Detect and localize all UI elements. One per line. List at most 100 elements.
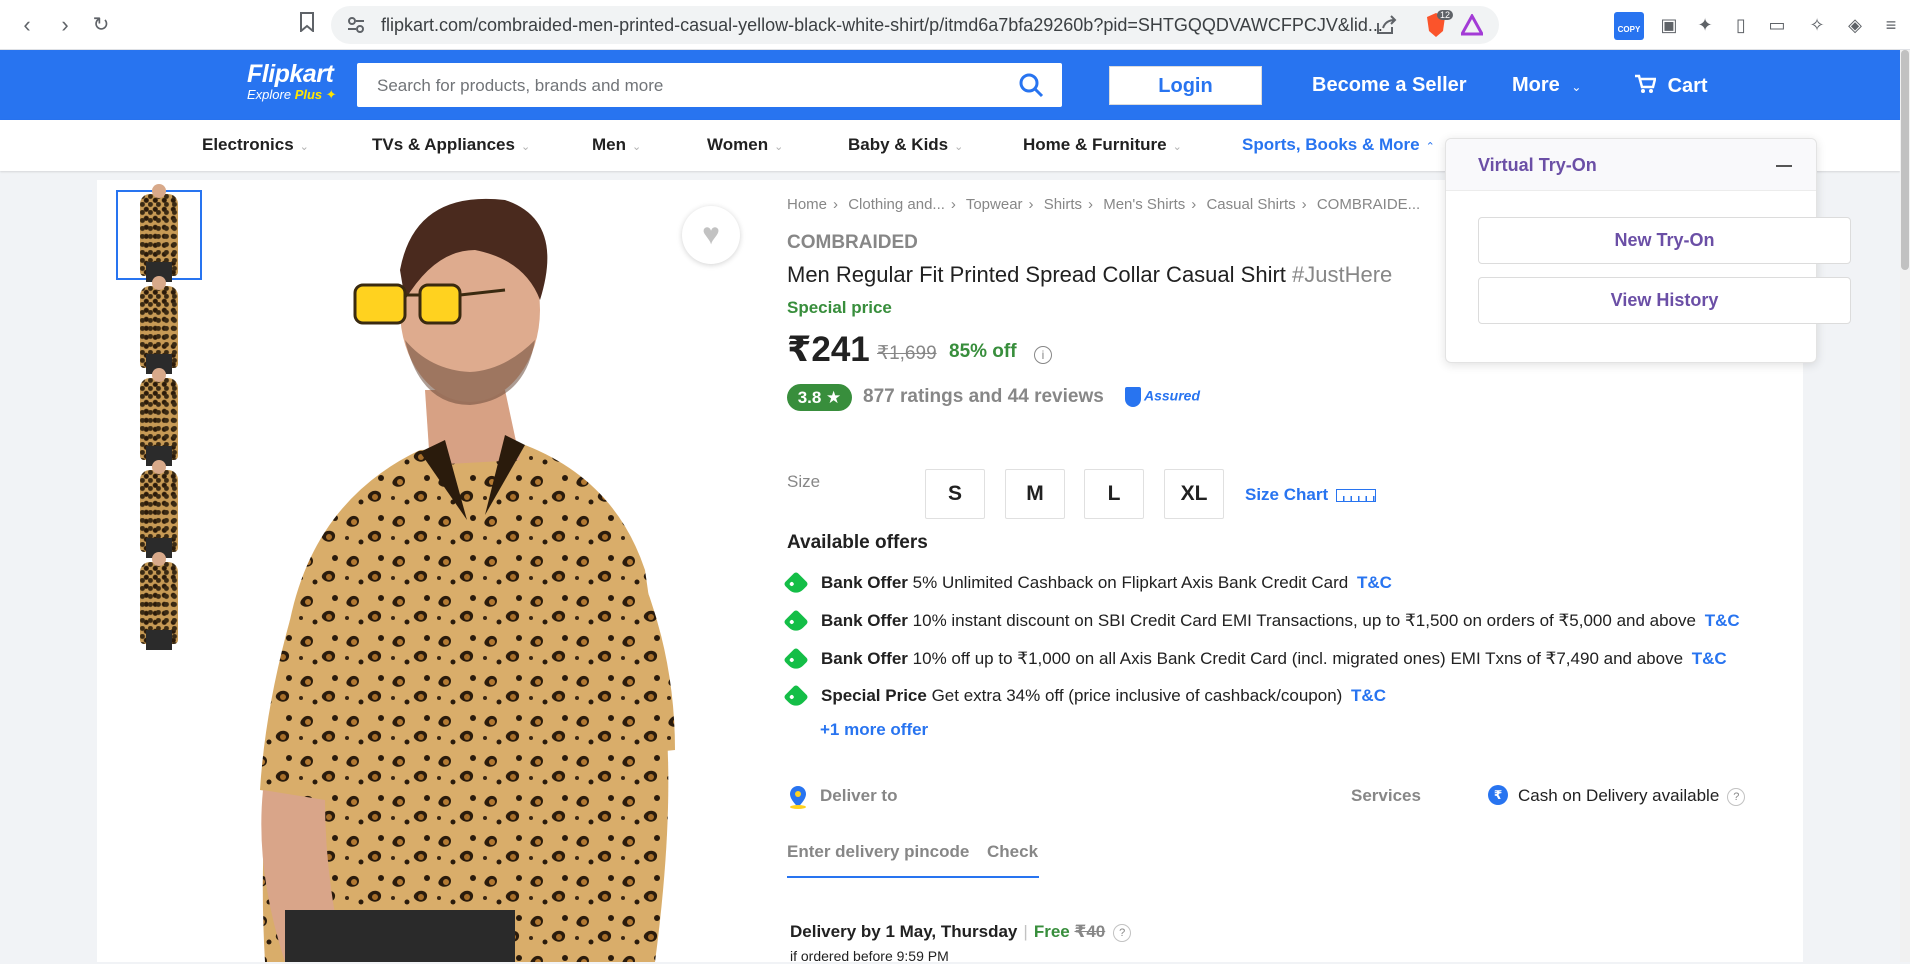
size-chart-link[interactable]: Size Chart [1245, 485, 1377, 505]
search-icon[interactable] [1018, 72, 1044, 98]
tryon-title: Virtual Try-On [1478, 155, 1597, 175]
breadcrumb-clothing[interactable]: Clothing and... [848, 196, 945, 213]
tc-link[interactable]: T&C [1351, 686, 1386, 705]
more-menu[interactable]: More ⌄ [1512, 74, 1581, 97]
site-info-icon[interactable] [347, 16, 365, 39]
new-tryon-button[interactable]: New Try-On [1478, 217, 1851, 264]
view-history-button[interactable]: View History [1478, 277, 1851, 324]
ruler-icon [1336, 489, 1377, 503]
copy-extension-icon[interactable]: COPY [1614, 12, 1648, 40]
thumbnail-4[interactable] [116, 460, 202, 558]
cart-link[interactable]: Cart [1634, 74, 1708, 98]
assured-badge: Assured [1125, 387, 1200, 407]
thumbnail-image [140, 460, 178, 558]
rupee-icon: ₹ [1488, 785, 1508, 805]
address-bar[interactable]: flipkart.com/combraided-men-printed-casu… [331, 6, 1499, 44]
tc-link[interactable]: T&C [1705, 611, 1740, 630]
breadcrumb-casual-shirts[interactable]: Casual Shirts [1206, 196, 1295, 213]
wishlist-heart-icon[interactable]: ♥ [682, 206, 740, 264]
offer-tag-icon [783, 608, 809, 635]
search-bar[interactable]: Search for products, brands and more [357, 63, 1062, 107]
size-option-m[interactable]: M [1005, 469, 1065, 519]
scrollbar-thumb[interactable] [1901, 50, 1909, 270]
delivery-estimate: Delivery by 1 May, Thursday | Free ₹40? [790, 922, 1132, 942]
back-icon[interactable]: ‹ [14, 12, 40, 38]
forward-icon[interactable]: › [52, 12, 78, 38]
services-label: Services [1351, 786, 1421, 805]
become-seller-link[interactable]: Become a Seller [1312, 74, 1467, 97]
offer-item: Special Price Get extra 34% off (price i… [783, 683, 1386, 710]
breadcrumb-mens-shirts[interactable]: Men's Shirts [1103, 196, 1185, 213]
shield-count-badge: 12 [1437, 10, 1454, 20]
chevron-down-icon: ⌄ [520, 141, 531, 153]
menu-icon[interactable]: ≡ [1878, 12, 1904, 38]
minimize-icon[interactable] [1776, 165, 1792, 167]
category-men[interactable]: Men ⌄ [592, 135, 641, 155]
flipkart-logo[interactable]: Flipkart Explore Plus ✦ [247, 60, 337, 103]
extensions-icon[interactable]: ✦ [1692, 12, 1718, 38]
category-baby-kids[interactable]: Baby & Kids ⌄ [848, 135, 963, 155]
cod-availability: Cash on Delivery available? [1518, 786, 1746, 806]
chevron-down-icon: ⌄ [299, 141, 309, 153]
help-icon[interactable]: ? [1113, 923, 1132, 942]
category-tvs-appliances[interactable]: TVs & Appliances ⌄ [372, 135, 530, 155]
thumbnail-image [140, 184, 178, 282]
chevron-down-icon: ⌄ [1172, 141, 1182, 153]
product-price: ₹241 [787, 330, 870, 369]
product-title: Men Regular Fit Printed Spread Collar Ca… [787, 262, 1393, 287]
size-option-s[interactable]: S [925, 469, 985, 519]
bookmark-icon[interactable] [294, 12, 320, 38]
thumbnail-3[interactable] [116, 368, 202, 466]
share-icon[interactable] [1375, 15, 1397, 40]
offer-tag-icon [783, 683, 809, 710]
assured-shield-icon [1125, 387, 1141, 407]
breadcrumb-shirts[interactable]: Shirts [1044, 196, 1082, 213]
wallet-icon[interactable]: ▭ [1764, 12, 1790, 38]
deliver-to-label: Deliver to [820, 786, 898, 805]
info-icon[interactable]: i [1034, 346, 1052, 364]
offer-tag-icon [783, 570, 809, 597]
discount-percent: 85% off [949, 341, 1017, 362]
virtual-tryon-panel: Virtual Try-On New Try-On View History [1445, 138, 1851, 363]
thumbnail-5[interactable] [116, 552, 202, 650]
thumbnail-image [140, 368, 178, 466]
thumbnail-image [140, 552, 178, 650]
vpn-icon[interactable]: ◈ [1842, 12, 1868, 38]
size-option-l[interactable]: L [1084, 469, 1144, 519]
thumbnail-2[interactable] [116, 276, 202, 374]
tc-link[interactable]: T&C [1692, 649, 1727, 668]
tc-link[interactable]: T&C [1357, 573, 1392, 592]
check-pincode-button[interactable]: Check [987, 842, 1038, 862]
browser-toolbar: ‹ › ↻ flipkart.com/combraided-men-printe… [0, 0, 1910, 50]
page-scrollbar[interactable] [1900, 50, 1910, 962]
reload-icon[interactable]: ↻ [88, 12, 114, 38]
pincode-field[interactable]: Enter delivery pincode Check [787, 842, 1039, 878]
category-electronics[interactable]: Electronics ⌄ [202, 135, 309, 155]
product-image[interactable] [205, 190, 755, 962]
pincode-input[interactable]: Enter delivery pincode [787, 842, 969, 862]
brave-rewards-icon[interactable] [1459, 12, 1485, 41]
chevron-up-icon: ⌃ [1425, 141, 1435, 153]
sidebar-icon[interactable]: ▯ [1728, 12, 1754, 38]
help-icon[interactable]: ? [1727, 787, 1746, 806]
search-input[interactable]: Search for products, brands and more [377, 76, 663, 96]
thumbnail-1[interactable] [116, 184, 202, 282]
screenshot-icon[interactable]: ▣ [1656, 12, 1682, 38]
url-text: flipkart.com/combraided-men-printed-casu… [381, 15, 1383, 35]
size-option-xl[interactable]: XL [1164, 469, 1224, 519]
chevron-down-icon: ⌄ [1571, 80, 1582, 94]
brave-shield-icon[interactable]: 12 [1425, 10, 1454, 38]
offer-tag-icon [783, 646, 809, 673]
breadcrumb-product[interactable]: COMBRAIDE... [1317, 196, 1420, 213]
breadcrumb-topwear[interactable]: Topwear [966, 196, 1023, 213]
category-home-furniture[interactable]: Home & Furniture ⌄ [1023, 135, 1182, 155]
leo-ai-icon[interactable]: ✧ [1804, 12, 1830, 38]
size-label: Size [787, 472, 821, 491]
breadcrumb-home[interactable]: Home [787, 196, 827, 213]
ratings-reviews-link[interactable]: 877 ratings and 44 reviews [863, 386, 1104, 408]
login-button[interactable]: Login [1109, 66, 1262, 105]
category-sports-books-more[interactable]: Sports, Books & More ⌃ [1242, 135, 1435, 155]
more-offers-link[interactable]: +1 more offer [820, 720, 928, 740]
category-women[interactable]: Women ⌄ [707, 135, 783, 155]
offer-item: Bank Offer 10% off up to ₹1,000 on all A… [783, 646, 1727, 673]
